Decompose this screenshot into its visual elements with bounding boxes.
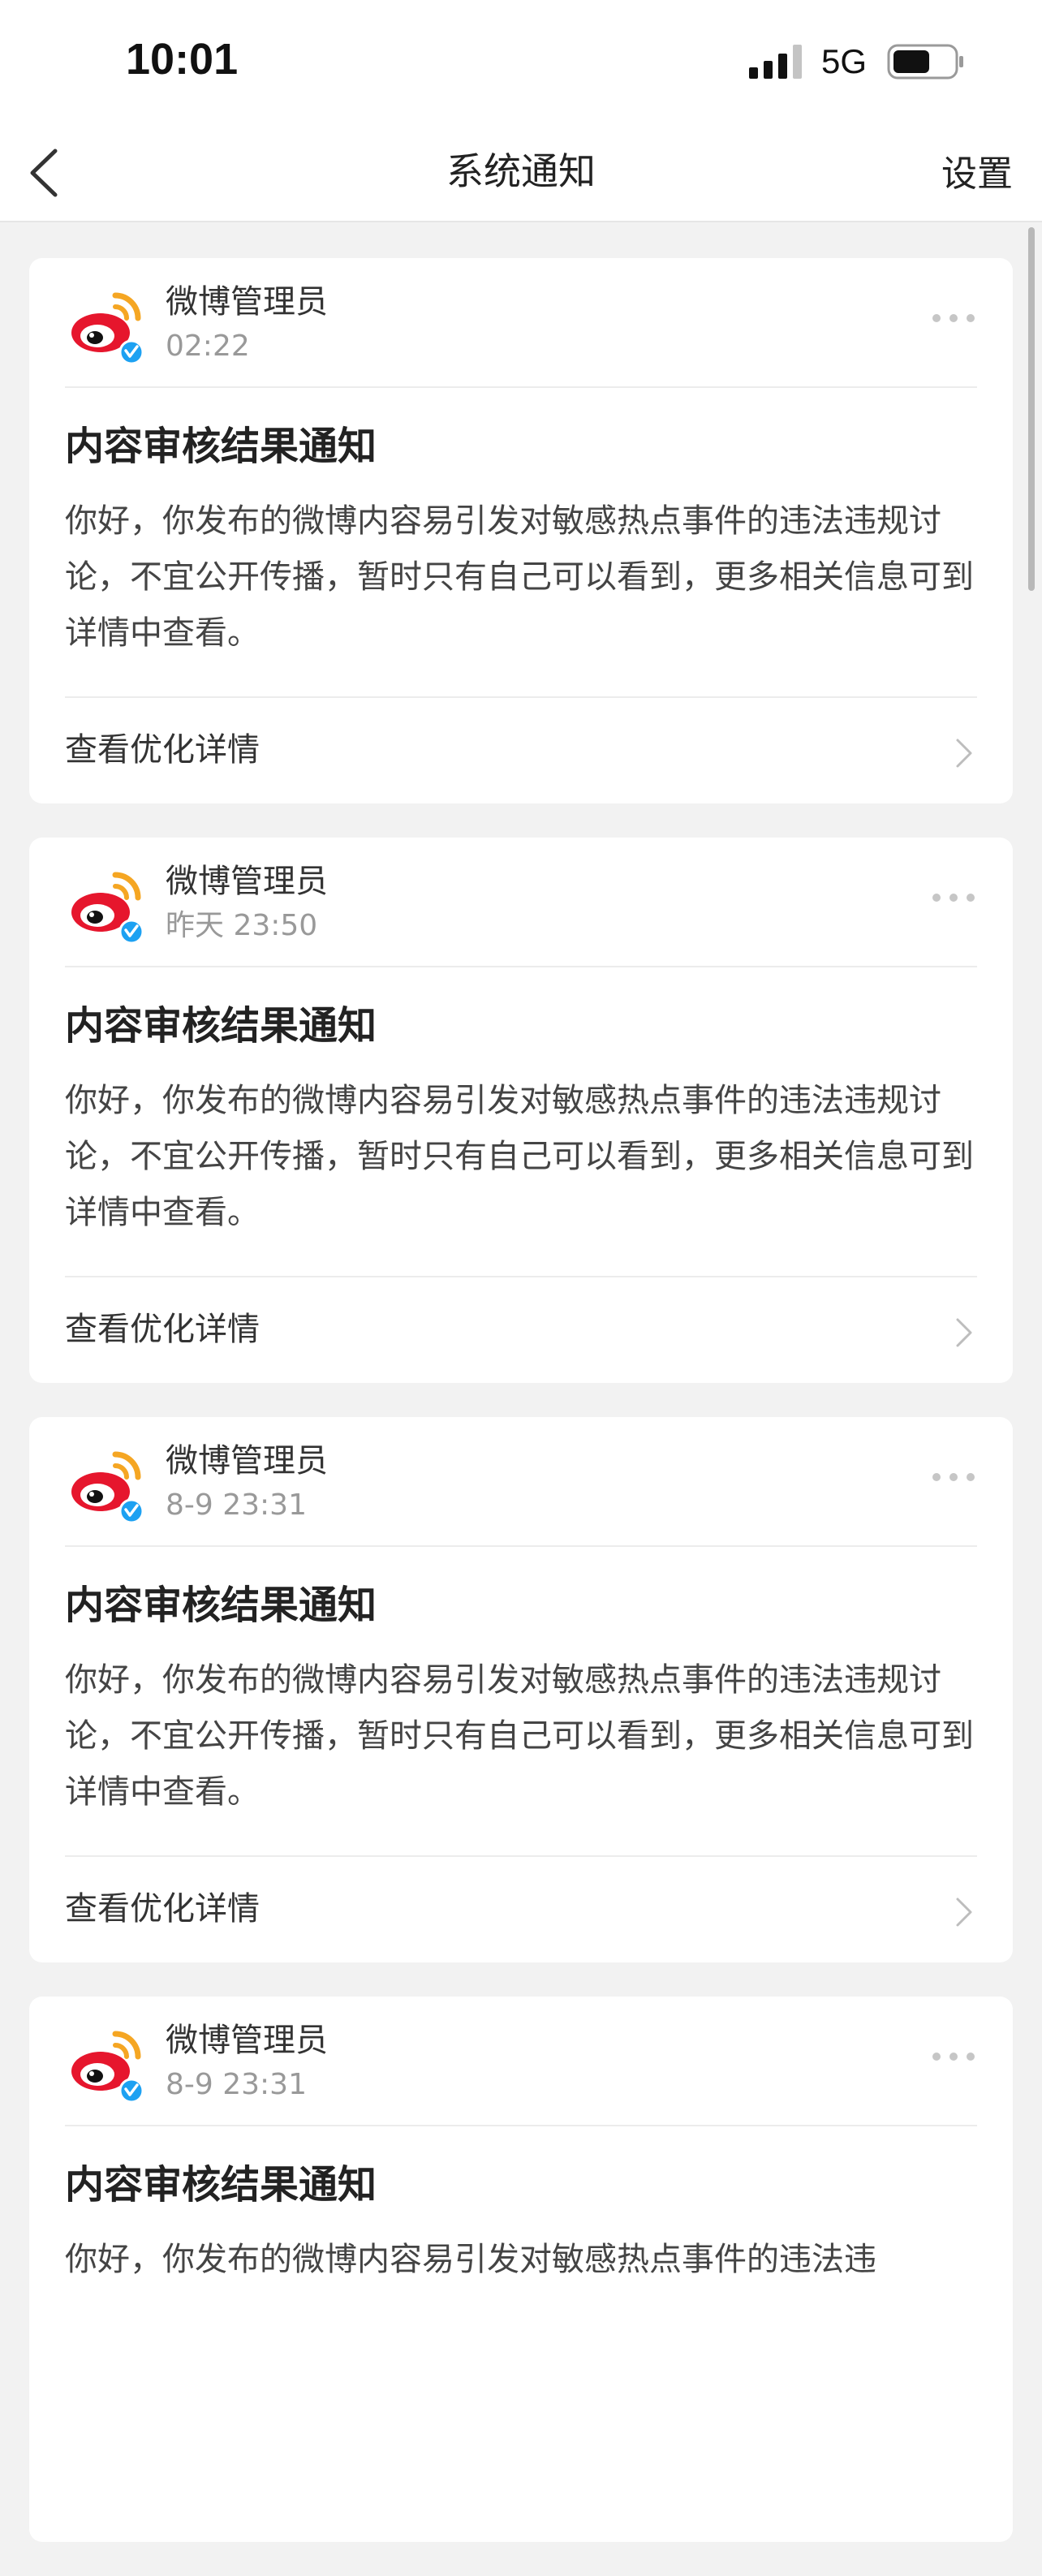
battery-icon <box>887 44 963 80</box>
chevron-right-icon <box>956 1318 972 1347</box>
page-title: 系统通知 <box>446 149 596 193</box>
notification-card: 微博管理员 02:22 内容审核结果通知 你好，你发布的微博内容易引发对敏感热点… <box>29 258 1013 803</box>
signal-icon <box>749 45 802 79</box>
network-type-label: 5G <box>821 42 868 80</box>
notification-list: 微博管理员 02:22 内容审核结果通知 你好，你发布的微博内容易引发对敏感热点… <box>29 258 1013 2576</box>
notification-title: 内容审核结果通知 <box>65 1583 377 1628</box>
notification-time: 昨天 23:50 <box>166 909 318 942</box>
chevron-right-icon <box>956 1898 972 1927</box>
sender-name[interactable]: 微博管理员 <box>166 860 328 902</box>
view-details-link[interactable]: 查看优化详情 <box>65 1880 260 1938</box>
notification-body: 你好，你发布的微博内容易引发对敏感热点事件的违法违规讨论，不宜公开传播，暂时只有… <box>65 1082 974 1231</box>
more-dots-icon[interactable] <box>930 1469 977 1485</box>
notification-title: 内容审核结果通知 <box>65 424 377 469</box>
divider <box>65 1855 977 1857</box>
notification-title: 内容审核结果通知 <box>65 1003 377 1049</box>
notification-body: 你好，你发布的微博内容易引发对敏感热点事件的违法违 <box>65 2241 876 2278</box>
sender-name[interactable]: 微博管理员 <box>166 1440 328 1482</box>
status-time: 10:01 <box>126 35 239 84</box>
divider <box>65 386 977 388</box>
card-header: 微博管理员 02:22 <box>65 279 977 381</box>
notification-time: 02:22 <box>166 330 250 363</box>
notification-title: 内容审核结果通知 <box>65 2162 377 2208</box>
view-details-link[interactable]: 查看优化详情 <box>65 721 260 779</box>
weibo-logo-icon <box>66 283 149 366</box>
sender-name[interactable]: 微博管理员 <box>166 2019 328 2061</box>
settings-button[interactable]: 设置 <box>941 146 1013 203</box>
divider <box>65 1276 977 1277</box>
more-dots-icon[interactable] <box>930 310 977 326</box>
notification-card: 微博管理员 昨天 23:50 内容审核结果通知 你好，你发布的微博内容易引发对敏… <box>29 838 1013 1383</box>
more-dots-icon[interactable] <box>930 890 977 906</box>
notification-time: 8-9 23:31 <box>166 1488 307 1522</box>
nav-bar: 系统通知 设置 <box>0 122 1042 222</box>
status-bar: 10:01 5G <box>0 0 1042 122</box>
weibo-logo-icon <box>66 863 149 946</box>
card-header: 微博管理员 昨天 23:50 <box>65 859 977 961</box>
view-details-link[interactable]: 查看优化详情 <box>65 1300 260 1359</box>
chevron-right-icon <box>956 739 972 768</box>
notification-body: 你好，你发布的微博内容易引发对敏感热点事件的违法违规讨论，不宜公开传播，暂时只有… <box>65 502 974 652</box>
divider <box>65 696 977 698</box>
notification-card: 微博管理员 8-9 23:31 内容审核结果通知 你好，你发布的微博内容易引发对… <box>29 1417 1013 1962</box>
card-header: 微博管理员 8-9 23:31 <box>65 2018 977 2120</box>
sender-name[interactable]: 微博管理员 <box>166 281 328 323</box>
card-header: 微博管理员 8-9 23:31 <box>65 1438 977 1540</box>
more-dots-icon[interactable] <box>930 2048 977 2065</box>
weibo-logo-icon <box>66 1442 149 1525</box>
notification-time: 8-9 23:31 <box>166 2068 307 2101</box>
scrollbar[interactable] <box>1028 227 1035 591</box>
notification-card: 微博管理员 8-9 23:31 内容审核结果通知 你好，你发布的微博内容易引发对… <box>29 1997 1013 2542</box>
weibo-logo-icon <box>66 2022 149 2104</box>
notification-body: 你好，你发布的微博内容易引发对敏感热点事件的违法违规讨论，不宜公开传播，暂时只有… <box>65 1661 974 1811</box>
divider <box>65 966 977 967</box>
divider <box>65 2125 977 2126</box>
divider <box>65 1545 977 1547</box>
